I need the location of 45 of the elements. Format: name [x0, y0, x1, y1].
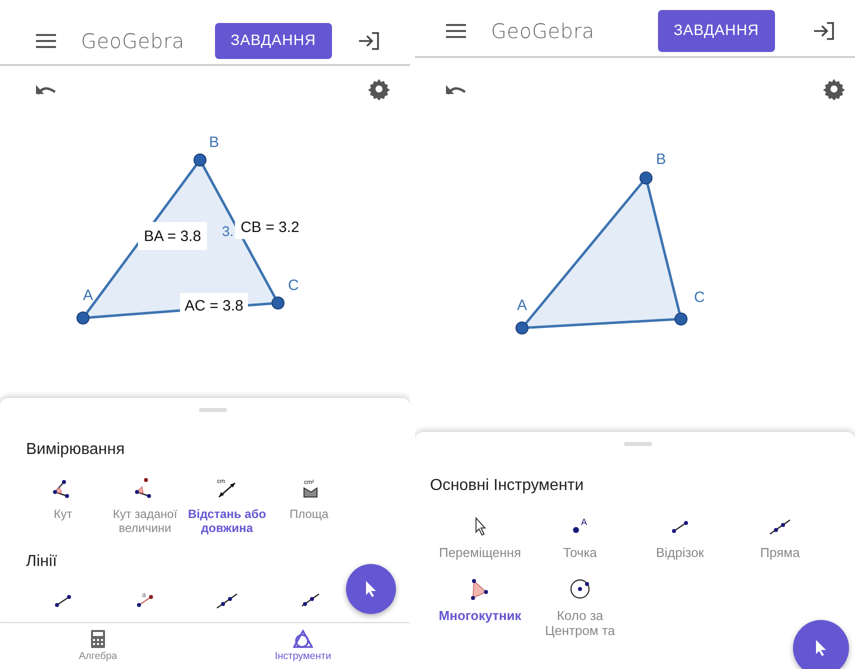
point-label: B	[209, 134, 220, 151]
sign-in-icon[interactable]	[813, 21, 835, 41]
tool-label[interactable]: Кут	[54, 508, 72, 522]
circle-icon[interactable]	[568, 576, 592, 601]
nav-tab[interactable]: Інструменти	[196, 623, 410, 669]
section-title: Основні Інструменти	[430, 476, 585, 496]
tasks-button[interactable]: ЗАВДАННЯ	[214, 23, 332, 59]
point[interactable]	[640, 172, 652, 184]
drag-handle[interactable]	[199, 408, 227, 412]
point[interactable]	[194, 154, 206, 166]
point-label: A	[83, 287, 94, 304]
app-logo: GeoGebra	[81, 28, 184, 55]
tasks-button[interactable]: ЗАВДАННЯ	[658, 10, 775, 52]
point-label: C	[288, 277, 299, 294]
cursor-icon	[814, 639, 828, 657]
tool-label[interactable]: Кут заданої величини	[104, 508, 186, 536]
point-label: B	[656, 151, 666, 168]
tool-label[interactable]: Відстань або довжина	[186, 508, 268, 536]
settings-icon[interactable]	[823, 78, 845, 100]
tool-label[interactable]: Многокутник	[438, 608, 522, 624]
drag-handle[interactable]	[624, 442, 652, 446]
point[interactable]	[516, 322, 528, 334]
point[interactable]	[674, 312, 688, 326]
menu-icon[interactable]	[35, 33, 57, 49]
section-title: Лінії	[26, 552, 58, 572]
sign-in-icon[interactable]	[358, 31, 380, 51]
tool-label[interactable]: Коло за Центром та	[530, 608, 630, 639]
segment-label: 3.	[222, 223, 234, 239]
section-title: Вимірювання	[26, 440, 126, 460]
tool-label[interactable]: Відрізок	[656, 546, 704, 561]
point[interactable]	[272, 296, 284, 310]
tool-label[interactable]: Пряма	[760, 546, 800, 561]
point[interactable]	[76, 312, 90, 324]
tool-label[interactable]: Переміщення	[438, 546, 522, 561]
tool-label[interactable]: Площа	[290, 508, 328, 522]
point-label: A	[517, 297, 528, 314]
tool-label[interactable]: Точка	[563, 546, 597, 561]
nav-tab[interactable]: Алгебра	[0, 623, 196, 669]
cursor-icon	[364, 580, 378, 598]
settings-icon[interactable]	[368, 78, 390, 100]
menu-icon[interactable]	[445, 23, 467, 39]
measure-label: BA = 3.8	[138, 222, 207, 250]
shapes-icon	[292, 628, 313, 648]
point-label: C	[694, 289, 705, 306]
app-logo: GeoGebra	[491, 18, 594, 45]
